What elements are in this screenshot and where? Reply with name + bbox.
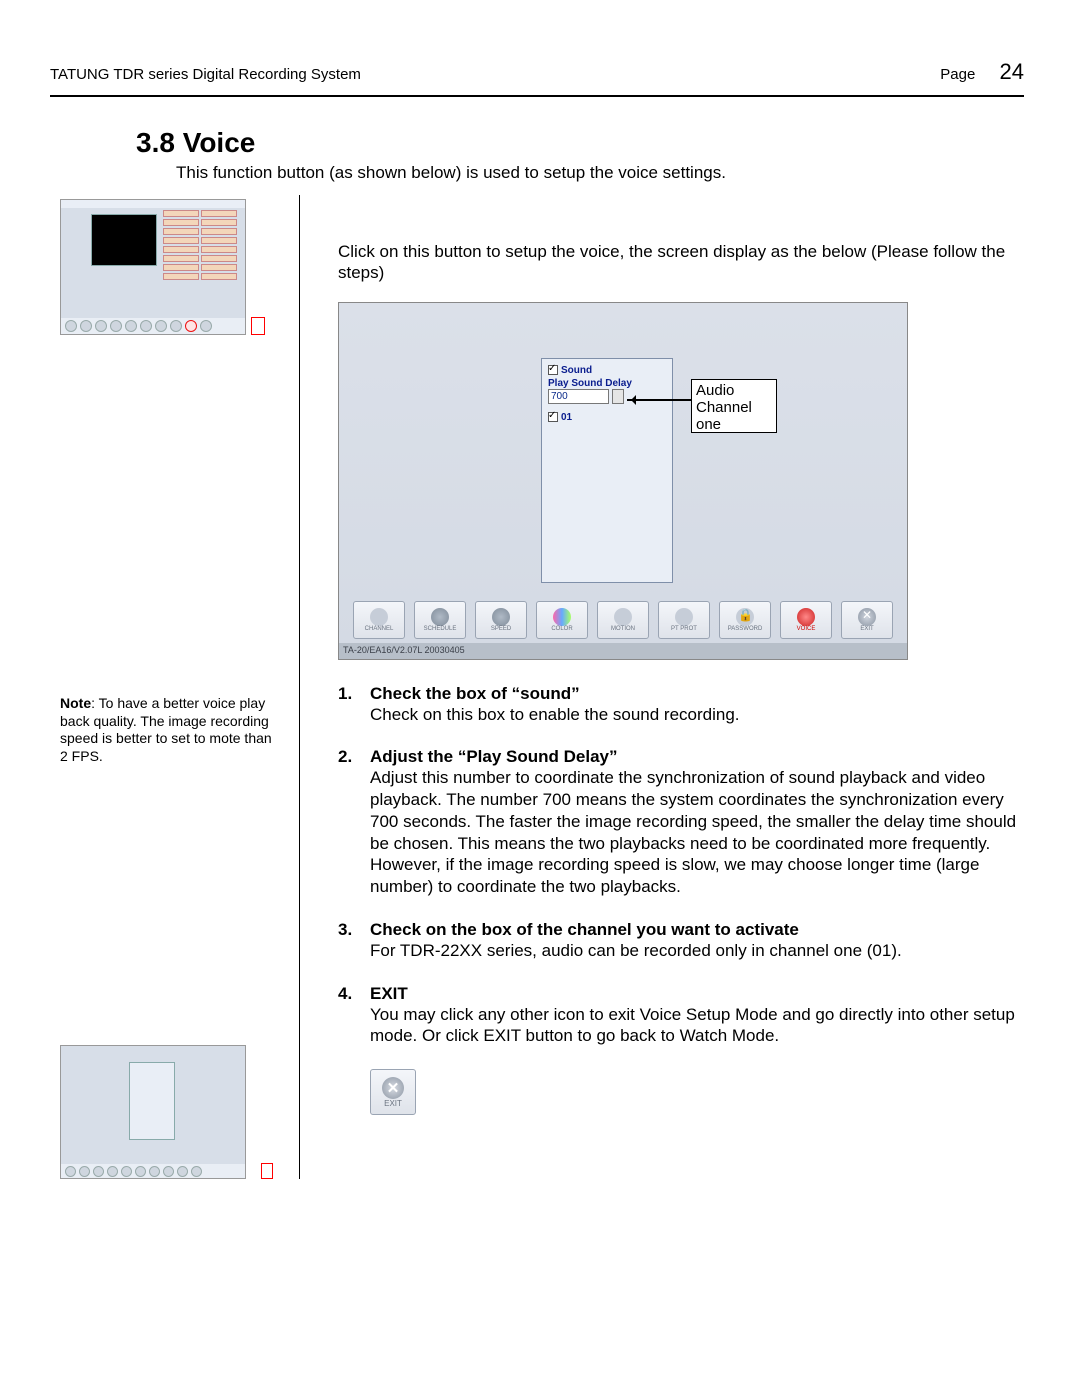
speed-icon — [492, 608, 510, 626]
channel-icon — [370, 608, 388, 626]
sound-label: Sound — [561, 365, 592, 376]
toolbar-btn-password[interactable]: PASSWORD — [719, 601, 771, 639]
ch01-checkbox[interactable] — [548, 412, 558, 422]
sidebar-note: Note: To have a better voice play back q… — [60, 695, 277, 765]
voice-setup-screenshot: Sound Play Sound Delay 700 01 Audio Chan… — [338, 302, 908, 660]
toolbar-btn-label: SPEED — [491, 626, 511, 632]
section-title: 3.8 Voice — [136, 127, 1024, 159]
toolbar-btn-label: SCHEDULE — [424, 626, 457, 632]
thumbnail-two — [60, 1045, 277, 1179]
toolbar-btn-label: VOICE — [797, 626, 816, 632]
step-item: 3.Check on the box of the channel you wa… — [338, 920, 1024, 962]
exit-button-image: ✕ EXIT — [370, 1069, 416, 1115]
ptz-icon — [675, 608, 693, 626]
note-text: : To have a better voice play back quali… — [60, 695, 272, 764]
toolbar-btn-voice[interactable]: VOICE — [780, 601, 832, 639]
right-column: Click on this button to setup the voice,… — [300, 195, 1024, 1115]
sound-checkbox[interactable] — [548, 365, 558, 375]
toolbar-btn-label: MOTION — [611, 626, 635, 632]
toolbar-btn-schedule[interactable]: SCHEDULE — [414, 601, 466, 639]
toolbar-btn-label: PASSWORD — [728, 626, 763, 632]
toolbar-btn-motion[interactable]: MOTION — [597, 601, 649, 639]
ch01-label: 01 — [561, 412, 572, 423]
thumb1-voice-highlight — [185, 320, 197, 332]
step-title: EXIT — [370, 984, 408, 1004]
header-rule — [50, 95, 1024, 97]
delay-input[interactable]: 700 — [548, 389, 609, 404]
thumb2-canvas — [60, 1045, 246, 1179]
toolbar-btn-color[interactable]: COLOR — [536, 601, 588, 639]
page: TATUNG TDR series Digital Recording Syst… — [0, 0, 1080, 1397]
note-label: Note — [60, 695, 91, 711]
step-body: Check on this box to enable the sound re… — [370, 704, 1024, 726]
step-number: 1. — [338, 684, 370, 704]
step-title: Check on the box of the channel you want… — [370, 920, 799, 940]
toolbar-btn-label: CHANNEL — [365, 626, 394, 632]
voice-setup-toolbar: CHANNEL SCHEDULE SPEED COLOR MOTION PT PROT PA… — [353, 601, 893, 637]
page-header: TATUNG TDR series Digital Recording Syst… — [50, 59, 1024, 85]
section-lead: This function button (as shown below) is… — [176, 163, 1024, 183]
toolbar-btn-ptz[interactable]: PT PROT — [658, 601, 710, 639]
step-number: 2. — [338, 747, 370, 767]
steps-list: 1.Check the box of “sound”Check on this … — [338, 684, 1024, 1048]
page-number: 24 — [1000, 59, 1024, 84]
step-body: You may click any other icon to exit Voi… — [370, 1004, 1024, 1048]
step-title: Adjust the “Play Sound Delay” — [370, 747, 618, 767]
thumbnail-one — [60, 199, 277, 335]
exit-icon: ✕ — [382, 1077, 404, 1099]
step-body: Adjust this number to coordinate the syn… — [370, 767, 1024, 898]
red-highlight-box-1 — [251, 317, 265, 335]
section-name: Voice — [183, 127, 256, 158]
section-number: 3.8 — [136, 127, 175, 158]
toolbar-btn-label: PT PROT — [671, 626, 697, 632]
toolbar-btn-label: EXIT — [860, 626, 873, 632]
step-item: 2.Adjust the “Play Sound Delay”Adjust th… — [338, 747, 1024, 898]
thumb2-panel — [129, 1062, 175, 1140]
color-icon — [553, 608, 571, 626]
voice-icon — [797, 608, 815, 626]
voice-panel: Sound Play Sound Delay 700 01 — [541, 358, 673, 583]
toolbar-btn-exit[interactable]: EXIT — [841, 601, 893, 639]
doc-title: TATUNG TDR series Digital Recording Syst… — [50, 66, 361, 83]
thumb1-channel-list — [163, 210, 237, 282]
thumb2-toolbar — [61, 1164, 245, 1178]
toolbar-btn-label: COLOR — [551, 626, 572, 632]
password-icon — [736, 608, 754, 626]
status-bar: TA-20/EA16/V2.07L 20030405 — [339, 643, 907, 659]
schedule-icon — [431, 608, 449, 626]
step-title: Check the box of “sound” — [370, 684, 580, 704]
step-item: 1.Check the box of “sound”Check on this … — [338, 684, 1024, 726]
exit-icon-label: EXIT — [384, 1099, 402, 1108]
exit-icon — [858, 608, 876, 626]
page-label: Page — [940, 66, 975, 83]
step-number: 3. — [338, 920, 370, 940]
toolbar-btn-speed[interactable]: SPEED — [475, 601, 527, 639]
step-body: For TDR-22XX series, audio can be record… — [370, 940, 1024, 962]
thumb1-toolbar — [61, 318, 245, 334]
delay-label: Play Sound Delay — [548, 378, 666, 389]
intro-text: Click on this button to setup the voice,… — [338, 241, 1024, 284]
motion-icon — [614, 608, 632, 626]
callout-box: Audio Channel one — [691, 379, 777, 433]
toolbar-btn-channel[interactable]: CHANNEL — [353, 601, 405, 639]
step-item: 4.EXITYou may click any other icon to ex… — [338, 984, 1024, 1048]
step-number: 4. — [338, 984, 370, 1004]
thumb1-video — [91, 214, 157, 266]
left-column: Note: To have a better voice play back q… — [50, 195, 300, 1179]
delay-spinner[interactable] — [612, 389, 624, 404]
callout-arrow — [627, 399, 693, 401]
page-number-wrap: Page 24 — [940, 59, 1024, 85]
red-highlight-box-2 — [261, 1163, 273, 1179]
thumb1-canvas — [60, 199, 246, 335]
